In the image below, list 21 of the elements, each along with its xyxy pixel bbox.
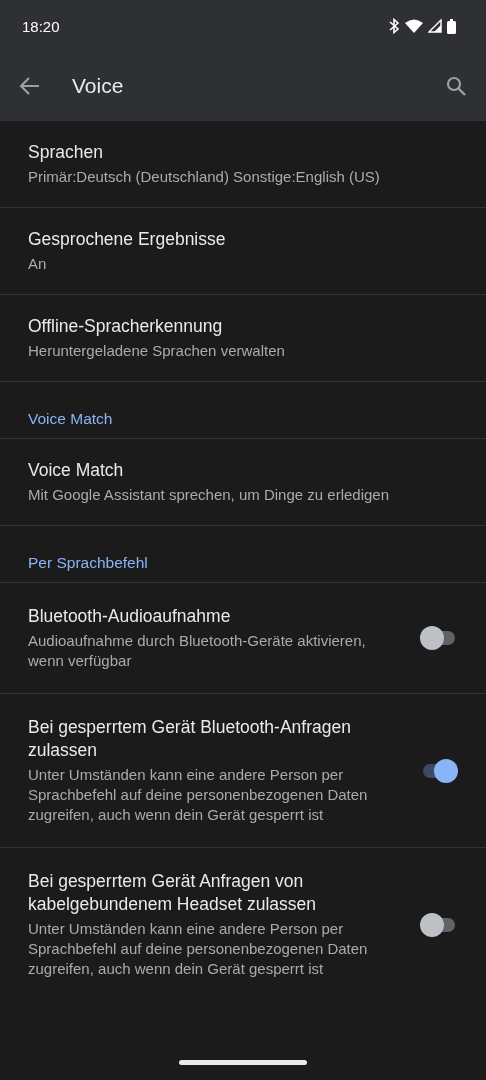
- bluetooth-icon: [388, 18, 400, 34]
- section-header: Per Sprachbefehl: [28, 554, 148, 571]
- settings-item[interactable]: Sprachen Primär:Deutsch (Deutschland) Sonstige:English (US): [0, 120, 486, 207]
- setting-title: Bei gesperrtem Gerät Bluetooth-Anfragen zulassen: [28, 716, 352, 762]
- setting-description: Unter Umständen kann eine andere Person per Sprachbefehl auf deine personenbezogenen Daten zugreifen, auch wenn dein Gerät gesperrt ist: [28, 919, 369, 979]
- setting-title: Bei gesperrtem Gerät Anfragen von kabelgebundenem Headset zulassen: [28, 870, 317, 916]
- setting-description: Unter Umständen kann eine andere Person per Sprachbefehl auf deine personenbezogenen Daten zugreifen, auch wenn dein Gerät gesperrt ist: [28, 765, 369, 825]
- signal-icon: [428, 19, 442, 33]
- battery-icon: [447, 18, 456, 34]
- settings-item[interactable]: Voice Match Mit Google Assistant sprechen, um Dinge zu erledigen: [0, 438, 486, 525]
- setting-description: Audioaufnahme durch Bluetooth-Geräte aktivieren, wenn verfügbar: [28, 631, 367, 671]
- section-header: Voice Match: [28, 410, 113, 427]
- wifi-icon: [405, 19, 423, 33]
- status-time: 18:20: [22, 17, 60, 35]
- screen-title: Voice: [72, 74, 125, 98]
- back-arrow-icon: [20, 77, 40, 95]
- setting-title: Bluetooth-Audioaufnahme: [28, 605, 232, 628]
- gesture-handle[interactable]: [179, 1059, 307, 1065]
- search-icon: [446, 76, 466, 96]
- settings-item[interactable]: Gesprochene Ergebnisse An: [0, 207, 486, 294]
- settings-item[interactable]: Offline-Spracherkennung Heruntergeladene Sprachen verwalten: [0, 294, 486, 381]
